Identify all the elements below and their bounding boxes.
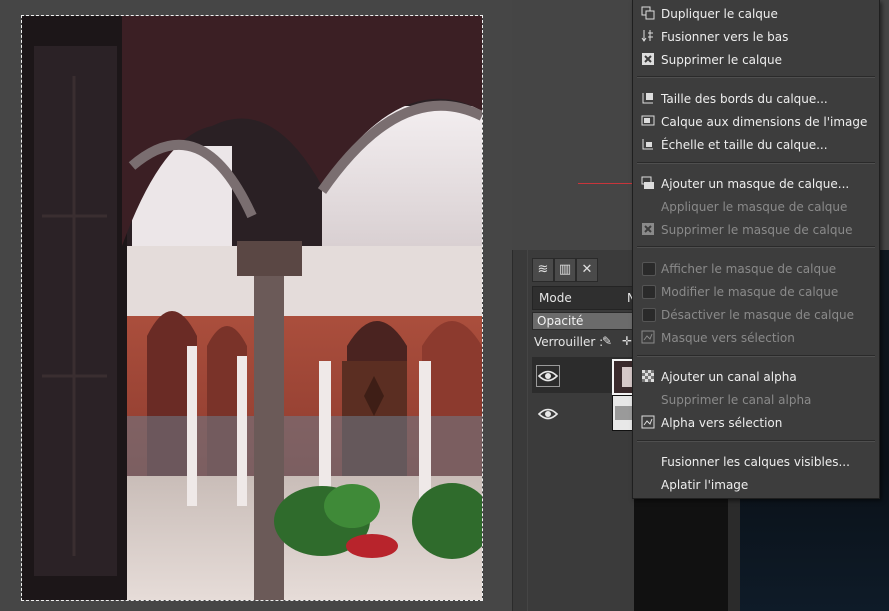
menu-item-delete-layer[interactable]: Supprimer le calque <box>633 49 879 71</box>
menu-item-flatten-image[interactable]: Aplatir l'image <box>633 474 879 496</box>
menu-item-label: Taille des bords du calque... <box>661 92 828 106</box>
mode-select[interactable]: Mode N <box>532 286 636 310</box>
checkbox[interactable] <box>642 308 656 322</box>
delete-layer-icon <box>642 53 654 65</box>
alpha-to-selection-icon <box>641 415 655 429</box>
menu-separator <box>637 76 875 78</box>
mode-label: Mode <box>539 291 572 305</box>
annotation-line <box>578 183 634 184</box>
menu-item-label: Supprimer le calque <box>661 53 782 67</box>
menu-item-label: Dupliquer le calque <box>661 7 778 21</box>
layer-row[interactable] <box>532 395 636 431</box>
layers-dock: ≋ ▥ ✕ Mode N Opacité Verrouiller : ✎ ✛ <box>528 250 638 611</box>
courtyard-photo[interactable] <box>21 15 483 601</box>
menu-separator <box>637 246 875 248</box>
menu-item-label: Fusionner vers le bas <box>661 30 789 44</box>
menu-item-apply-layer-mask[interactable]: Appliquer le masque de calque <box>633 196 879 218</box>
duplicate-layer-icon <box>641 6 655 20</box>
menu-item-label: Désactiver le masque de calque <box>661 308 855 322</box>
layers-tab-icon[interactable]: ≋ <box>532 258 554 282</box>
menu-item-label: Fusionner les calques visibles... <box>661 455 850 469</box>
menu-item-edit-layer-mask[interactable]: Modifier le masque de calque <box>633 281 879 303</box>
visibility-eye-icon[interactable] <box>536 365 560 387</box>
visibility-eye-icon[interactable] <box>536 403 560 425</box>
menu-item-label: Alpha vers sélection <box>661 416 783 430</box>
menu-item-merge-down[interactable]: Fusionner vers le bas <box>633 26 879 48</box>
checkbox[interactable] <box>642 285 656 299</box>
menu-item-show-layer-mask[interactable]: Afficher le masque de calque <box>633 258 879 280</box>
merge-down-icon <box>641 30 653 42</box>
menu-item-remove-alpha-channel[interactable]: Supprimer le canal alpha <box>633 389 879 411</box>
menu-item-label: Appliquer le masque de calque <box>661 200 848 214</box>
layer-boundary-size-icon <box>642 93 653 104</box>
layer-row-selected[interactable] <box>532 357 638 395</box>
menu-item-add-layer-mask[interactable]: Ajouter un masque de calque... <box>633 173 879 195</box>
menu-item-alpha-to-selection[interactable]: Alpha vers sélection <box>633 412 879 434</box>
menu-separator <box>637 440 875 442</box>
menu-item-label: Aplatir l'image <box>661 478 749 492</box>
menu-item-label: Supprimer le canal alpha <box>661 393 812 407</box>
menu-separator <box>637 355 875 357</box>
channels-tab-icon[interactable]: ▥ <box>554 258 576 282</box>
menu-item-delete-layer-mask[interactable]: Supprimer le masque de calque <box>633 219 879 241</box>
image-canvas[interactable] <box>0 0 512 611</box>
menu-item-label: Supprimer le masque de calque <box>661 223 853 237</box>
menu-separator <box>637 162 875 164</box>
opacity-slider[interactable]: Opacité <box>532 312 636 330</box>
menu-item-merge-visible-layers[interactable]: Fusionner les calques visibles... <box>633 451 879 473</box>
paths-tab-icon[interactable]: ✕ <box>576 258 598 282</box>
menu-item-label: Calque aux dimensions de l'image <box>661 115 868 129</box>
menu-item-label: Modifier le masque de calque <box>661 285 839 299</box>
lock-position-icon[interactable]: ✛ <box>622 334 632 348</box>
opacity-label: Opacité <box>537 314 584 328</box>
menu-item-layer-boundary-size[interactable]: Taille des bords du calque... <box>633 88 879 110</box>
menu-item-scale-layer[interactable]: Échelle et taille du calque... <box>633 134 879 156</box>
delete-mask-icon <box>642 223 654 235</box>
mask-to-selection-icon <box>641 330 655 344</box>
photo-artwork <box>22 16 482 600</box>
add-layer-mask-icon <box>641 176 654 189</box>
menu-item-disable-layer-mask[interactable]: Désactiver le masque de calque <box>633 304 879 326</box>
layer-to-image-size-icon <box>641 115 655 126</box>
layer-context-menu: Dupliquer le calque Fusionner vers le ba… <box>632 0 880 499</box>
menu-item-label: Masque vers sélection <box>661 331 795 345</box>
menu-item-duplicate-layer[interactable]: Dupliquer le calque <box>633 3 879 25</box>
menu-item-label: Afficher le masque de calque <box>661 262 837 276</box>
lock-pixels-icon[interactable]: ✎ <box>602 334 612 348</box>
menu-item-mask-to-selection[interactable]: Masque vers sélection <box>633 327 879 349</box>
alpha-channel-icon <box>642 370 654 382</box>
lock-label: Verrouiller : <box>534 335 604 349</box>
canvas-vertical-scrollbar[interactable] <box>512 250 527 611</box>
scale-layer-icon <box>642 139 653 150</box>
menu-item-add-alpha-channel[interactable]: Ajouter un canal alpha <box>633 366 879 388</box>
menu-item-label: Ajouter un canal alpha <box>661 370 797 384</box>
menu-item-label: Ajouter un masque de calque... <box>661 177 850 191</box>
menu-item-layer-to-image-size[interactable]: Calque aux dimensions de l'image <box>633 111 879 133</box>
menu-item-label: Échelle et taille du calque... <box>661 138 828 152</box>
checkbox[interactable] <box>642 262 656 276</box>
